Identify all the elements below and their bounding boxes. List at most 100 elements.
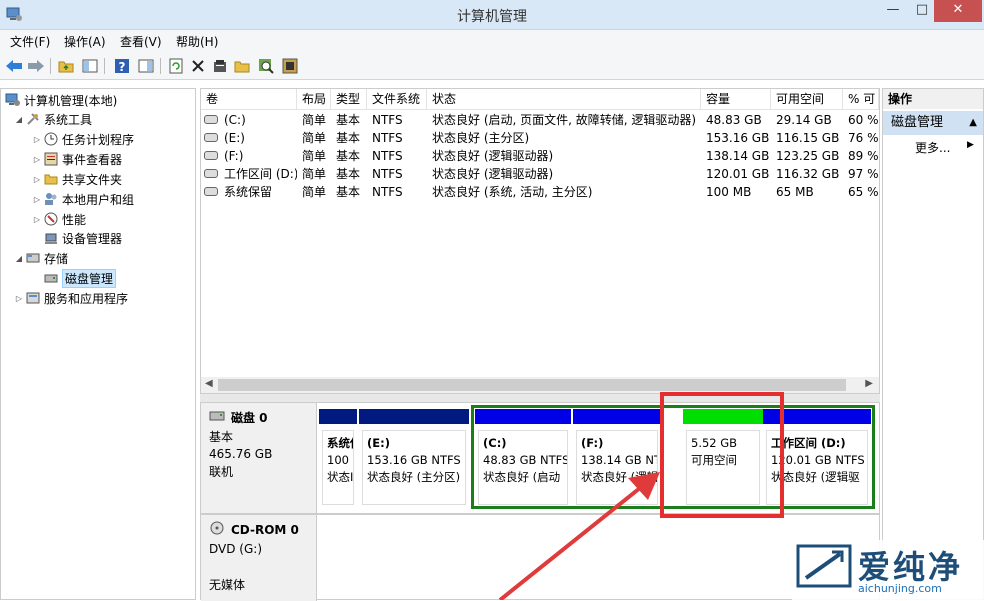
volume-row[interactable]: (E:) 简单 基本 NTFS 状态良好 (主分区) 153.16 GB 116.15 GB… xyxy=(201,129,879,147)
collapsed-arrow-icon[interactable]: ▷ xyxy=(31,215,43,224)
col-header-type[interactable]: 类型 xyxy=(331,89,367,110)
up-folder-icon[interactable] xyxy=(56,56,76,76)
partition-line: 48.83 GB NTFS xyxy=(483,453,568,467)
drive-icon xyxy=(204,133,218,142)
tree-system-tools[interactable]: ◢ 系统工具 xyxy=(13,110,92,128)
partition-block[interactable]: (C:) 48.83 GB NTFS 状态良好 (启动 xyxy=(475,409,571,509)
volume-cell: 状态良好 (系统, 活动, 主分区) xyxy=(432,185,593,199)
col-header-filesystem[interactable]: 文件系统 xyxy=(367,89,427,110)
col-header-percent[interactable]: % 可 xyxy=(843,89,879,110)
scroll-right-icon[interactable]: ▶ xyxy=(865,378,873,389)
tree-local-users[interactable]: ▷ 本地用户和组 xyxy=(31,190,134,208)
collapsed-arrow-icon[interactable]: ▷ xyxy=(31,155,43,164)
actions-disk-management[interactable]: 磁盘管理 ▲ xyxy=(883,111,983,135)
open-icon[interactable] xyxy=(232,56,252,76)
col-header-layout[interactable]: 布局 xyxy=(297,89,331,110)
properties-pane-icon[interactable] xyxy=(136,56,156,76)
forward-icon[interactable] xyxy=(26,56,46,76)
volume-cell: 基本 xyxy=(336,131,361,145)
scroll-left-icon[interactable]: ◀ xyxy=(205,378,213,389)
refresh-icon[interactable] xyxy=(166,56,186,76)
partition-line: 状态良好 (主分区) xyxy=(367,470,461,484)
menu-file[interactable]: 文件(F) xyxy=(10,33,50,50)
disk0-type: 基本 xyxy=(209,430,234,444)
collapsed-arrow-icon[interactable]: ▷ xyxy=(31,195,43,204)
collapsed-arrow-icon[interactable]: ▷ xyxy=(31,135,43,144)
drive-icon xyxy=(204,187,218,196)
volume-cell: 153.16 GB xyxy=(706,131,770,145)
back-icon[interactable] xyxy=(4,56,24,76)
partition-details: (E:) 153.16 GB NTFS 状态良好 (主分区) xyxy=(362,430,466,505)
tree-event-viewer[interactable]: ▷ 事件查看器 xyxy=(31,150,122,168)
disk0-label[interactable]: 磁盘 0 基本 465.76 GB 联机 xyxy=(201,403,317,513)
volume-cell: 状态良好 (逻辑驱动器) xyxy=(432,149,554,163)
partition-line: (C:) xyxy=(483,436,507,450)
window-title: 计算机管理 xyxy=(457,9,527,25)
cdrom-media: 无媒体 xyxy=(209,578,246,592)
partition-color-bar xyxy=(573,409,661,424)
volume-row[interactable]: (C:) 简单 基本 NTFS 状态良好 (启动, 页面文件, 故障转储, 逻辑驱动器)… xyxy=(201,111,879,129)
expanded-arrow-icon[interactable]: ◢ xyxy=(13,254,25,263)
volume-cell: 基本 xyxy=(336,149,361,163)
computer-management-icon xyxy=(5,92,21,108)
collapsed-arrow-icon[interactable]: ▷ xyxy=(13,294,25,303)
actions-more[interactable]: 更多... xyxy=(915,139,950,156)
volume-cell: 简单 xyxy=(302,149,327,163)
volume-cell: 89 % xyxy=(848,149,879,163)
device-manager-icon xyxy=(43,230,59,246)
help-icon[interactable]: ? xyxy=(112,56,132,76)
delete-icon[interactable] xyxy=(188,56,208,76)
horizontal-scrollbar[interactable]: ◀ ▶ xyxy=(201,377,879,393)
volume-row[interactable]: 工作区间 (D:) 简单 基本 NTFS 状态良好 (逻辑驱动器) 120.01 GB 11… xyxy=(201,165,879,183)
volume-row[interactable]: 系统保留 简单 基本 NTFS 状态良好 (系统, 活动, 主分区) 100 MB 65 M… xyxy=(201,183,879,201)
partition-block[interactable]: 系统保 100 I 状态I xyxy=(319,409,357,509)
close-button[interactable]: ✕ xyxy=(934,0,982,22)
volume-cell: 60 % xyxy=(848,113,879,127)
cdrom-label[interactable]: CD-ROM 0 DVD (G:) 无媒体 xyxy=(201,515,317,601)
tree-services[interactable]: ▷ 服务和应用程序 xyxy=(13,289,128,307)
volume-cell: 65 % xyxy=(848,185,879,199)
actions-header: 操作 xyxy=(883,89,983,109)
tree-shared-folders[interactable]: ▷ 共享文件夹 xyxy=(31,170,122,188)
tree-storage[interactable]: ◢ 存储 xyxy=(13,249,68,267)
tree-device-manager[interactable]: 设备管理器 xyxy=(43,229,122,247)
partition-block[interactable]: (E:) 153.16 GB NTFS 状态良好 (主分区) xyxy=(359,409,469,509)
disk0-size: 465.76 GB xyxy=(209,447,273,461)
partition-block[interactable]: (F:) 138.14 GB NTFS 状态良好 (逻辑驱 xyxy=(573,409,661,509)
col-header-volume[interactable]: 卷 xyxy=(201,89,297,110)
collapse-up-icon[interactable]: ▲ xyxy=(969,111,977,135)
partition-line: 120.01 GB NTFS xyxy=(771,453,865,467)
tree-disk-management[interactable]: 磁盘管理 xyxy=(43,268,117,288)
disk-icon xyxy=(209,410,225,425)
volume-cell: 29.14 GB xyxy=(776,113,832,127)
search-icon[interactable] xyxy=(256,56,276,76)
collapsed-arrow-icon[interactable]: ▷ xyxy=(31,175,43,184)
drive-icon xyxy=(204,151,218,160)
cdrom-name: CD-ROM 0 xyxy=(231,522,299,537)
col-header-free[interactable]: 可用空间 xyxy=(771,89,843,110)
tree-root[interactable]: 计算机管理(本地) xyxy=(5,91,117,109)
wizard-icon[interactable] xyxy=(280,56,300,76)
cdrom-drive: DVD (G:) xyxy=(209,542,262,556)
partition-details: 系统保 100 I 状态I xyxy=(322,430,354,505)
watermark: 爱纯净 aichunjing.com xyxy=(792,540,984,600)
watermark-logo-icon xyxy=(796,544,852,588)
tree-performance[interactable]: ▷ 性能 xyxy=(31,210,86,228)
volume-cell: 简单 xyxy=(302,185,327,199)
actions-pane: 操作 磁盘管理 ▲ 更多... ▶ xyxy=(882,88,984,600)
menu-action[interactable]: 操作(A) xyxy=(64,33,106,50)
volume-list: 卷 布局 类型 文件系统 状态 容量 可用空间 % 可 (C:) 简单 基本 NTFS… xyxy=(200,88,880,394)
volume-cell: 简单 xyxy=(302,131,327,145)
scrollbar-thumb[interactable] xyxy=(218,379,846,391)
partition-line: 工作区间 (D:) xyxy=(771,436,846,450)
show-hide-tree-icon[interactable] xyxy=(80,56,100,76)
expanded-arrow-icon[interactable]: ◢ xyxy=(13,115,25,124)
properties-icon[interactable] xyxy=(210,56,230,76)
volume-row[interactable]: (F:) 简单 基本 NTFS 状态良好 (逻辑驱动器) 138.14 GB 123.25 … xyxy=(201,147,879,165)
col-header-status[interactable]: 状态 xyxy=(427,89,701,110)
tree-task-scheduler[interactable]: ▷ 任务计划程序 xyxy=(31,130,134,148)
col-header-capacity[interactable]: 容量 xyxy=(701,89,771,110)
menu-view[interactable]: 查看(V) xyxy=(120,33,162,50)
clock-icon xyxy=(43,131,59,147)
menu-help[interactable]: 帮助(H) xyxy=(176,33,218,50)
